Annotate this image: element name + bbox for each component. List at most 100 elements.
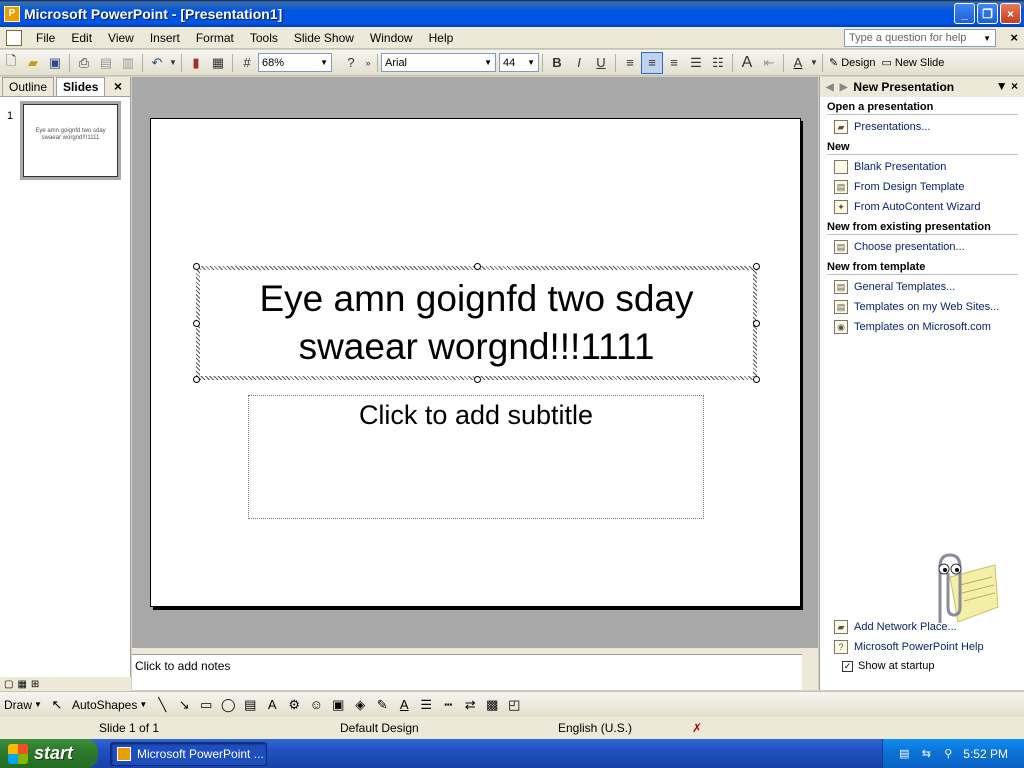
- document-icon[interactable]: [6, 29, 22, 46]
- arrow-tool-icon[interactable]: ↘: [173, 694, 195, 716]
- zoom-combo[interactable]: 68% ▼: [258, 53, 332, 72]
- show-at-startup-checkbox[interactable]: ✓: [842, 660, 853, 672]
- resize-handle[interactable]: [474, 376, 481, 383]
- notes-pane[interactable]: Click to add notes: [132, 654, 802, 690]
- dash-style-icon[interactable]: ┅: [437, 694, 459, 716]
- keyboard-icon[interactable]: ▤: [897, 747, 911, 761]
- bold-icon[interactable]: B: [546, 52, 568, 74]
- align-right-icon[interactable]: ≡: [663, 52, 685, 74]
- office-assistant-clippy[interactable]: [910, 547, 1000, 627]
- line-color-icon[interactable]: ✎: [371, 694, 393, 716]
- search-icon[interactable]: ⚲: [941, 747, 955, 761]
- new-document-icon[interactable]: 🗋: [0, 52, 22, 74]
- font-color-icon[interactable]: A: [787, 52, 809, 74]
- close-window-button[interactable]: ×: [1000, 3, 1021, 24]
- resize-handle[interactable]: [753, 263, 760, 270]
- link-general-templates[interactable]: ▤ General Templates...: [834, 277, 1024, 297]
- underline-icon[interactable]: U: [590, 52, 612, 74]
- chevron-down-icon[interactable]: ▼: [983, 34, 991, 43]
- italic-icon[interactable]: I: [568, 52, 590, 74]
- align-center-icon[interactable]: ≡: [641, 51, 663, 74]
- toolbar-options-icon[interactable]: »: [362, 52, 374, 74]
- new-slide-button[interactable]: ▭ New Slide: [878, 56, 947, 70]
- font-color-dropdown-icon[interactable]: ▼: [809, 52, 819, 74]
- resize-handle[interactable]: [193, 263, 200, 270]
- help-question-box[interactable]: Type a question for help ▼: [844, 29, 996, 47]
- wordart-icon[interactable]: A: [261, 694, 283, 716]
- fill-color-icon[interactable]: ◈: [349, 694, 371, 716]
- title-placeholder[interactable]: Eye amn goignfd two sday swaear worgnd!!…: [193, 263, 760, 383]
- slide-sorter-view-icon[interactable]: ▦: [17, 679, 26, 690]
- menu-edit[interactable]: Edit: [63, 31, 100, 45]
- save-icon[interactable]: ▣: [44, 52, 66, 74]
- menu-help[interactable]: Help: [421, 31, 462, 45]
- link-templates-microsoft[interactable]: ◉ Templates on Microsoft.com: [834, 317, 1024, 337]
- 3d-style-icon[interactable]: ◰: [503, 694, 525, 716]
- resize-handle[interactable]: [753, 320, 760, 327]
- slide-show-view-icon[interactable]: ⊞: [31, 679, 39, 690]
- minimize-button[interactable]: _: [954, 3, 975, 24]
- network-icon[interactable]: ⇆: [919, 747, 933, 761]
- slide-thumbnail[interactable]: Eye amn goignfd two sday swaear worgnd!!…: [20, 101, 121, 180]
- line-tool-icon[interactable]: ╲: [151, 694, 173, 716]
- clip-art-icon[interactable]: ☺: [305, 694, 327, 716]
- menu-tools[interactable]: Tools: [242, 31, 286, 45]
- vertical-scrollbar[interactable]: [803, 77, 818, 648]
- insert-table-icon[interactable]: ▦: [207, 52, 229, 74]
- title-text-area[interactable]: Eye amn goignfd two sday swaear worgnd!!…: [200, 270, 753, 376]
- menu-format[interactable]: Format: [188, 31, 242, 45]
- menu-view[interactable]: View: [100, 31, 142, 45]
- align-left-icon[interactable]: ≡: [619, 52, 641, 74]
- spelling-status-icon[interactable]: ✗: [692, 721, 702, 735]
- increase-font-size-icon[interactable]: A: [736, 52, 758, 74]
- font-color-icon[interactable]: A: [393, 694, 415, 716]
- chevron-down-icon[interactable]: ▼: [527, 58, 535, 67]
- close-document-button[interactable]: ×: [1010, 30, 1018, 45]
- link-choose-presentation[interactable]: ▤ Choose presentation...: [834, 237, 1024, 257]
- link-powerpoint-help[interactable]: ? Microsoft PowerPoint Help: [834, 637, 1024, 657]
- link-from-design-template[interactable]: ▤ From Design Template: [834, 177, 1024, 197]
- text-box-icon[interactable]: ▤: [239, 694, 261, 716]
- link-templates-web-sites[interactable]: ▤ Templates on my Web Sites...: [834, 297, 1024, 317]
- show-grid-icon[interactable]: #: [236, 52, 258, 74]
- insert-chart-icon[interactable]: ▮: [185, 52, 207, 74]
- shadow-style-icon[interactable]: ▩: [481, 694, 503, 716]
- resize-handle[interactable]: [193, 376, 200, 383]
- help-icon[interactable]: ?: [340, 52, 362, 74]
- diagram-icon[interactable]: ⚙: [283, 694, 305, 716]
- link-presentations[interactable]: ▰ Presentations...: [834, 117, 1024, 137]
- resize-handle[interactable]: [753, 376, 760, 383]
- close-pane-icon[interactable]: ×: [114, 78, 122, 94]
- back-arrow-icon[interactable]: ◀: [826, 82, 834, 93]
- title-text[interactable]: Eye amn goignfd two sday swaear worgnd!!…: [217, 275, 737, 371]
- menu-window[interactable]: Window: [362, 31, 421, 45]
- line-style-icon[interactable]: ☰: [415, 694, 437, 716]
- forward-arrow-icon[interactable]: ▶: [840, 82, 848, 93]
- chevron-down-icon[interactable]: ▼: [320, 58, 328, 67]
- slide[interactable]: Eye amn goignfd two sday swaear worgnd!!…: [150, 118, 801, 607]
- clock-time[interactable]: 5:52 PM: [963, 747, 1008, 761]
- link-blank-presentation[interactable]: Blank Presentation: [834, 157, 1024, 177]
- taskbar-powerpoint-item[interactable]: Microsoft PowerPoint ...: [110, 742, 267, 766]
- decrease-indent-icon[interactable]: ⇤: [758, 52, 780, 74]
- design-button[interactable]: ✎ Design: [826, 56, 878, 70]
- print-icon[interactable]: ⎙: [73, 52, 95, 74]
- tab-slides[interactable]: Slides: [56, 77, 106, 96]
- open-folder-icon[interactable]: ▰: [22, 52, 44, 74]
- font-size-combo[interactable]: 44 ▼: [499, 53, 539, 72]
- link-add-network-place[interactable]: ▰ Add Network Place...: [834, 617, 1024, 637]
- draw-menu-button[interactable]: Draw ▼: [0, 698, 46, 712]
- arrow-style-icon[interactable]: ⇄: [459, 694, 481, 716]
- menu-file[interactable]: File: [28, 31, 63, 45]
- powerpoint-app-icon[interactable]: P: [4, 5, 20, 22]
- task-pane-controls[interactable]: ▼ ×: [996, 79, 1018, 93]
- resize-handle[interactable]: [474, 263, 481, 270]
- subtitle-placeholder[interactable]: Click to add subtitle: [248, 395, 704, 519]
- insert-picture-icon[interactable]: ▣: [327, 694, 349, 716]
- paste-icon[interactable]: ▤: [95, 52, 117, 74]
- line-spacing-icon[interactable]: ☰: [685, 52, 707, 74]
- oval-tool-icon[interactable]: ◯: [217, 694, 239, 716]
- select-objects-icon[interactable]: ↖: [46, 694, 68, 716]
- chevron-down-icon[interactable]: ▼: [484, 58, 492, 67]
- tab-outline[interactable]: Outline: [2, 77, 55, 96]
